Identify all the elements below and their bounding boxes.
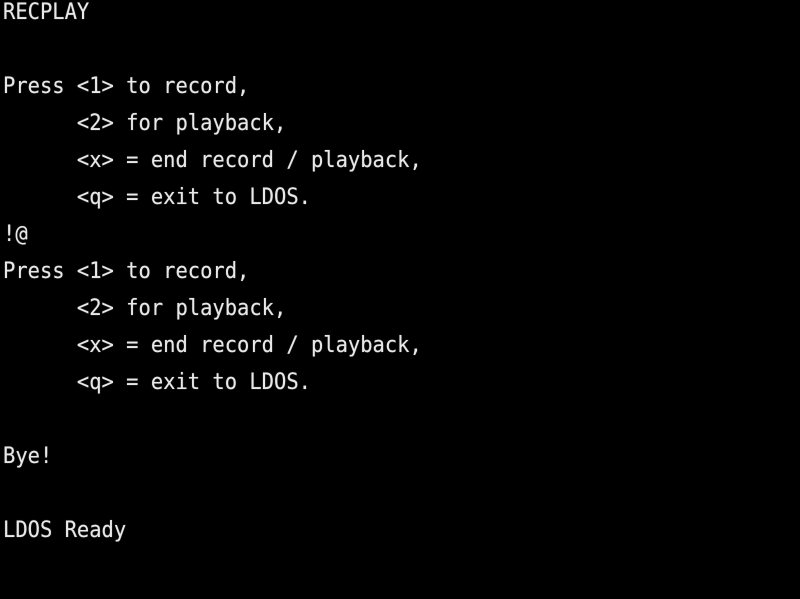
program-title-line: RECPLAY	[3, 0, 90, 25]
menu-line-end: <x> = end record / playback,	[3, 333, 422, 358]
dos-ready-prompt: LDOS Ready	[3, 518, 127, 543]
menu-line-playback: <2> for playback,	[3, 111, 287, 136]
menu-line-record: Press <1> to record,	[3, 74, 250, 99]
terminal-screen[interactable]: RECPLAY Press <1> to record, <2> for pla…	[0, 0, 800, 599]
menu-line-playback: <2> for playback,	[3, 296, 287, 321]
menu-line-record: Press <1> to record,	[3, 259, 250, 284]
menu-line-exit: <q> = exit to LDOS.	[3, 370, 311, 395]
menu-line-end: <x> = end record / playback,	[3, 148, 422, 173]
menu-line-exit: <q> = exit to LDOS.	[3, 185, 311, 210]
exit-message-line: Bye!	[3, 444, 53, 469]
input-echo-line: !@	[3, 222, 28, 247]
